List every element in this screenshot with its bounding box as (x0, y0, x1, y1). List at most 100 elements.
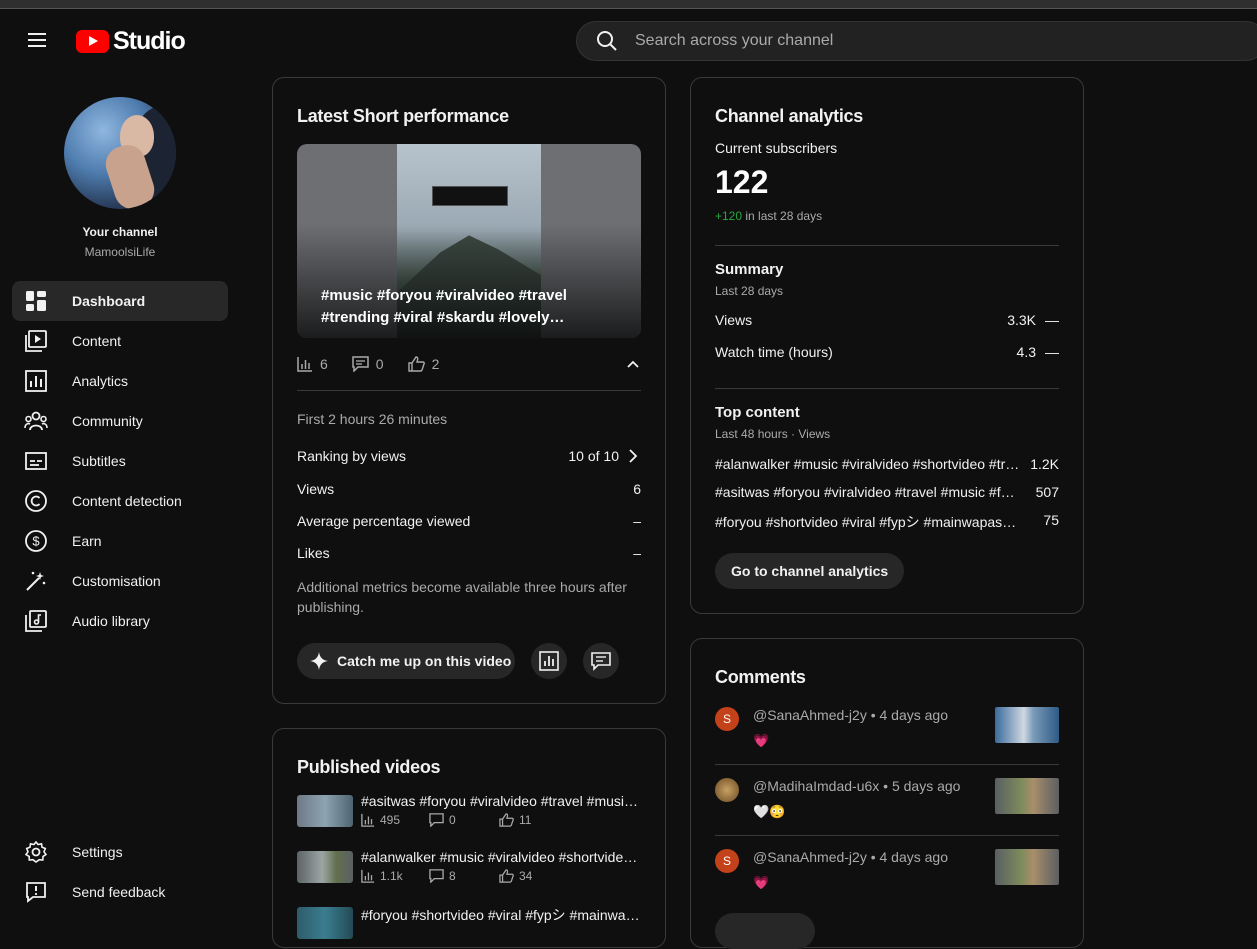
video-thumbnail[interactable] (995, 778, 1059, 814)
analytics-button[interactable] (531, 643, 567, 679)
catch-up-label: Catch me up on this video (337, 653, 512, 669)
summary-period: Last 28 days (715, 284, 784, 298)
avg-label: Average percentage viewed (297, 513, 471, 529)
list-item[interactable]: #alanwalker #music #viralvideo #shortvid… (297, 849, 641, 891)
top-content-period: Last 48 hours · Views (715, 427, 831, 441)
views-count: 1.1k (380, 869, 403, 883)
avg-value: – (633, 513, 641, 529)
subscribers-count: 122 (715, 164, 769, 200)
subtitles-icon (24, 449, 48, 473)
sidebar-item-subtitles[interactable]: Subtitles (12, 441, 228, 481)
comment-text: 🤍😳 (753, 804, 786, 819)
analytics-icon (539, 651, 559, 671)
video-thumbnail[interactable] (297, 907, 353, 939)
short-thumbnail[interactable]: #music #foryou #viralvideo #travel #tren… (297, 144, 641, 338)
ranking-value: 10 of 10 (568, 448, 619, 464)
channel-analytics-card: Channel analytics Current subscribers 12… (690, 77, 1084, 614)
menu-icon[interactable] (24, 29, 52, 53)
view-more-button[interactable] (715, 913, 815, 949)
comments-stat: 0 (352, 356, 384, 372)
views-label: Views (715, 312, 753, 328)
card-title: Published videos (297, 757, 441, 777)
top-content-title: #alanwalker #music #viralvideo #shortvid… (715, 456, 1020, 472)
top-content-item[interactable]: #alanwalker #music #viralvideo #shortvid… (715, 456, 1059, 472)
watch-time-row: Watch time (hours) 4.3 — (715, 344, 1059, 360)
comment-text: 💗 (753, 875, 770, 890)
sidebar-item-label: Content detection (72, 493, 182, 509)
video-title[interactable]: #alanwalker #music #viralvideo #shortvid… (361, 849, 641, 865)
sidebar-nav: Dashboard Content Analytics Community Su… (12, 281, 228, 641)
chevron-up-icon[interactable] (625, 356, 641, 372)
sidebar-item-community[interactable]: Community (12, 401, 228, 441)
avatar: S (715, 849, 739, 873)
likes-count: 2 (431, 356, 440, 372)
author-name[interactable]: @MadihaImdad-u6x (753, 778, 879, 794)
avg-viewed-row: Average percentage viewed – (297, 513, 641, 529)
comment-icon (591, 652, 611, 671)
avatar: S (715, 707, 739, 731)
latest-short-card: Latest Short performance #music #foryou … (272, 77, 666, 704)
ranking-row[interactable]: Ranking by views 10 of 10 (297, 448, 641, 464)
sidebar-item-earn[interactable]: $ Earn (12, 521, 228, 561)
views-stat: 495 (361, 813, 429, 827)
top-content-item[interactable]: #foryou #shortvideo #viral #fypシ #mainwa… (715, 512, 1059, 532)
comment-icon (352, 356, 369, 372)
search-bar[interactable] (576, 21, 1257, 61)
top-content-title: #asitwas #foryou #viralvideo #travel #mu… (715, 484, 1020, 500)
subscribers-label: Current subscribers (715, 140, 838, 156)
metrics-note: Additional metrics become available thre… (297, 579, 627, 615)
content-detection-icon (24, 489, 48, 513)
likes-count: 34 (519, 869, 533, 883)
video-thumbnail[interactable] (297, 795, 353, 827)
studio-logo[interactable]: Studio (76, 27, 186, 56)
author-name[interactable]: @SanaAhmed-j2y (753, 707, 867, 723)
author-name[interactable]: @SanaAhmed-j2y (753, 849, 867, 865)
bar-chart-icon (297, 357, 312, 372)
video-thumbnail[interactable] (297, 851, 353, 883)
top-content-title: Top content (715, 404, 800, 421)
video-stats: 1.1k 8 34 (361, 869, 532, 883)
svg-text:$: $ (32, 534, 40, 549)
comment-item[interactable]: S @SanaAhmed-j2y • 4 days ago 💗 (715, 849, 1059, 909)
top-content-title: #foryou #shortvideo #viral #fypシ #mainwa… (715, 514, 1020, 530)
sidebar-item-send-feedback[interactable]: Send feedback (12, 872, 228, 912)
sidebar-item-content[interactable]: Content (12, 321, 228, 361)
video-title[interactable]: #asitwas #foryou #viralvideo #travel #mu… (361, 793, 641, 809)
likes-stat: 34 (499, 869, 532, 883)
sidebar-item-dashboard[interactable]: Dashboard (12, 281, 228, 321)
comment-text: 💗 (753, 733, 770, 748)
go-to-analytics-button[interactable]: Go to channel analytics (715, 553, 905, 589)
video-thumbnail[interactable] (995, 707, 1059, 743)
comment-time: • 4 days ago (866, 849, 949, 865)
sidebar-item-label: Settings (72, 844, 123, 860)
video-thumbnail[interactable] (995, 849, 1059, 885)
comments-stat: 0 (429, 813, 499, 827)
top-content-item[interactable]: #asitwas #foryou #viralvideo #travel #mu… (715, 484, 1059, 500)
comment-item[interactable]: S @SanaAhmed-j2y • 4 days ago 💗 (715, 707, 1059, 767)
analytics-icon (24, 369, 48, 393)
channel-avatar[interactable] (64, 97, 176, 209)
ranking-label: Ranking by views (297, 448, 406, 464)
sidebar-item-customisation[interactable]: Customisation (12, 561, 228, 601)
sparkle-icon (310, 652, 328, 670)
sidebar-item-label: Community (72, 413, 143, 429)
thumbs-up-icon (499, 869, 514, 883)
sidebar-item-content-detection[interactable]: Content detection (12, 481, 228, 521)
comment-author: @MadihaImdad-u6x • 5 days ago (753, 778, 960, 794)
watch-label: Watch time (hours) (715, 344, 833, 360)
sidebar-item-label: Earn (72, 533, 102, 549)
sidebar-item-analytics[interactable]: Analytics (12, 361, 228, 401)
sidebar-item-audio-library[interactable]: Audio library (12, 601, 228, 641)
catch-up-button[interactable]: Catch me up on this video (297, 643, 515, 679)
list-item[interactable]: #asitwas #foryou #viralvideo #travel #mu… (297, 793, 641, 835)
thumbs-up-icon (499, 813, 514, 827)
views-row: Views 6 (297, 481, 641, 497)
top-content-views: 1.2K (1030, 456, 1059, 472)
content-icon (24, 329, 48, 353)
search-input[interactable] (635, 32, 1135, 50)
video-title[interactable]: #foryou #shortvideo #viral #fypシ #mainwa… (361, 905, 641, 925)
sidebar-item-settings[interactable]: Settings (12, 832, 228, 872)
comment-item[interactable]: @MadihaImdad-u6x • 5 days ago 🤍😳 (715, 778, 1059, 838)
comments-button[interactable] (583, 643, 619, 679)
list-item[interactable]: #foryou #shortvideo #viral #fypシ #mainwa… (297, 907, 641, 947)
